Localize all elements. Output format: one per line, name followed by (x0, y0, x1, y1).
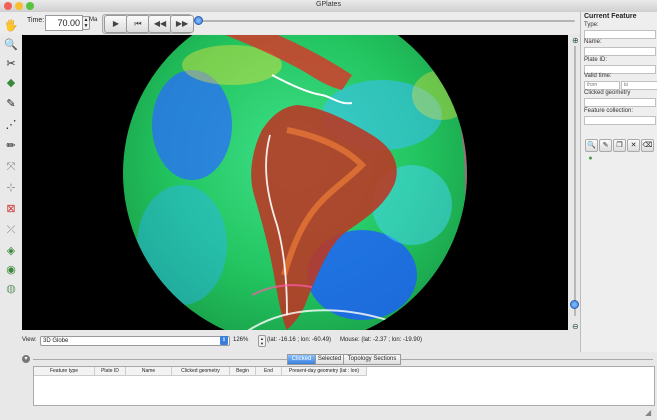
clicked-features-table[interactable]: Feature type Plate ID Name Clicked geome… (33, 366, 655, 406)
zoom-in-icon[interactable]: ⊕ (572, 36, 579, 45)
view-projection-select[interactable]: 3D Globe (40, 336, 230, 346)
current-feature-panel: Current Feature Type: Name: Plate ID: Va… (580, 12, 657, 352)
panel-title: Current Feature (584, 13, 637, 20)
tab-selected[interactable]: Selected (315, 354, 344, 365)
valid-time-from-field[interactable]: from (584, 81, 620, 90)
column-header[interactable]: Feature type (34, 367, 95, 376)
zoom-slider-track[interactable] (574, 46, 576, 316)
time-label: Time: (27, 17, 45, 24)
chevron-down-icon[interactable]: ⇕ (220, 336, 228, 345)
view-projection-value: 3D Globe (43, 338, 69, 344)
time-slider-thumb[interactable] (194, 16, 203, 25)
reconstruct-feature-icon[interactable]: ● (585, 153, 596, 164)
measure-distance-icon[interactable]: ✂ (3, 56, 19, 72)
delete-vertex-icon[interactable]: ⊠ (3, 201, 19, 217)
rewind-to-start-button[interactable]: ⏮ (126, 15, 150, 33)
tab-clicked[interactable]: Clicked (287, 354, 316, 365)
camera-coordinates: (lat: -16.16 ; lon: -60.49) (267, 337, 332, 343)
click-geometry-icon[interactable]: ◆ (3, 75, 19, 91)
build-topology-icon[interactable]: ◈ (3, 243, 19, 259)
zoom-level: 126% (233, 337, 249, 343)
feature-collection-label: Feature collection: (584, 108, 634, 114)
time-slider-track[interactable] (197, 20, 575, 22)
clone-feature-button[interactable]: ❐ (613, 139, 626, 152)
resize-grip-icon[interactable]: ◢ (645, 408, 651, 417)
feature-collection-field[interactable] (584, 116, 656, 125)
clicked-geometry-label: Clicked geometry (584, 90, 631, 96)
step-forward-icon: ▶▶ (175, 19, 189, 28)
column-header[interactable]: Clicked geometry (172, 367, 230, 376)
globe-canvas[interactable] (22, 35, 568, 330)
column-header[interactable]: Name (126, 367, 172, 376)
plate-id-label: Plate ID: (584, 57, 608, 63)
step-back-icon: ◀◀ (153, 19, 167, 28)
split-feature-icon[interactable]: ⤫ (3, 222, 19, 238)
move-vertex-icon[interactable]: ⤧ (3, 159, 19, 175)
query-tabs: Clicked Selected Topology Sections (287, 354, 407, 365)
name-field[interactable] (584, 47, 656, 56)
valid-time-to-field[interactable]: to (621, 81, 657, 90)
type-label: Type: (584, 22, 599, 28)
collapse-panel-icon[interactable]: ▾ (22, 355, 30, 363)
time-unit: Ma (89, 17, 98, 23)
rewind-to-start-icon: ⏮ (134, 19, 142, 28)
magnifier-icon: 🔍 (587, 142, 596, 149)
digitise-polygon-icon[interactable]: ✏ (3, 138, 19, 154)
drag-globe-icon[interactable]: 🖐 (3, 18, 19, 34)
zoom-slider-thumb[interactable] (570, 300, 579, 309)
query-feature-button[interactable]: 🔍 (585, 139, 598, 152)
play-button[interactable]: ▶ (104, 15, 128, 33)
pencil-icon: ✎ (602, 142, 609, 149)
edit-feature-button[interactable]: ✎ (599, 139, 612, 152)
globe-viewport[interactable] (22, 35, 568, 330)
column-header[interactable]: Present-day geometry (lat : lon) (282, 367, 367, 376)
column-header[interactable]: Begin (230, 367, 256, 376)
zoom-stepper[interactable]: ▲ ▼ (258, 335, 266, 347)
animation-toolbar: Time: 70.00 ▲ ▼ Ma ▶ ⏮ ◀◀ ▶▶ (0, 12, 580, 34)
valid-time-label: Valid time: (584, 73, 612, 79)
clear-icon: ⌫ (642, 142, 653, 149)
clear-selection-button[interactable]: ⌫ (641, 139, 654, 152)
view-status-bar: View: 3D Globe ⇕ 126% ▲ ▼ (lat: -16.16 ; … (22, 334, 580, 348)
clicked-geometry-field[interactable] (584, 98, 656, 107)
column-header[interactable]: Plate ID (95, 367, 126, 376)
type-field[interactable] (584, 30, 656, 39)
view-label: View: (22, 337, 37, 343)
zoom-out-icon[interactable]: ⊖ (572, 322, 579, 331)
step-back-button[interactable]: ◀◀ (148, 15, 172, 33)
zoom-globe-icon[interactable]: 🔍 (3, 37, 19, 53)
manipulate-pole-icon[interactable]: ◍ (3, 281, 19, 297)
digitise-polyline-icon[interactable]: ✎ (3, 96, 19, 112)
insert-vertex-icon[interactable]: ⊹ (3, 180, 19, 196)
delete-icon: ✕ (630, 142, 637, 149)
edit-topology-icon[interactable]: ◉ (3, 262, 19, 278)
window-title: GPlates (316, 1, 341, 8)
column-header[interactable]: End (256, 367, 282, 376)
play-icon: ▶ (112, 19, 120, 28)
name-label: Name: (584, 39, 602, 45)
tab-topology-sections[interactable]: Topology Sections (343, 354, 401, 365)
mouse-coordinates: Mouse: (lat: -2.37 ; lon: -19.90) (340, 337, 423, 343)
copy-icon: ❐ (616, 142, 623, 149)
time-input[interactable]: 70.00 (45, 15, 83, 31)
digitise-multipoint-icon[interactable]: ⋰ (3, 117, 19, 133)
step-forward-button[interactable]: ▶▶ (170, 15, 194, 33)
delete-feature-button[interactable]: ✕ (627, 139, 640, 152)
